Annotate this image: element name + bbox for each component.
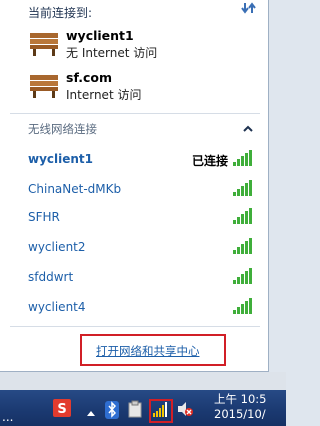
divider [10,326,260,327]
clipboard-icon[interactable] [128,400,142,422]
connected-network-access: Internet 访问 [66,88,142,102]
signal-bars-icon [233,298,252,314]
wireless-network-item[interactable]: wyclient2 [28,236,260,260]
show-hidden-icons-icon[interactable] [86,404,96,423]
highlight-box: 打开网络和共享中心 [80,334,226,366]
bench-network-icon [30,75,58,98]
wireless-network-item[interactable]: wyclient1 已连接 [28,148,260,172]
svg-text:S: S [57,402,66,417]
chevron-up-icon[interactable] [242,120,254,132]
taskbar-clock[interactable]: 上午 10:5 2015/10/ [214,392,266,422]
sogou-ime-icon[interactable]: S [52,398,72,422]
wifi-flyout: 当前连接到: wyclient1 无 Internet 访问 sf.com In… [0,0,269,372]
signal-bars-icon [233,268,252,284]
signal-bars-icon [233,208,252,224]
taskbar-overflow[interactable]: ... [2,410,13,424]
desktop-strip [0,372,286,390]
wireless-network-item[interactable]: SFHR [28,206,260,230]
network-ssid: SFHR [28,210,60,224]
network-ssid: sfddwrt [28,270,74,284]
wireless-network-item[interactable]: wyclient4 [28,296,260,320]
signal-bars-icon [233,150,252,166]
open-network-sharing-center-link[interactable]: 打开网络和共享中心 [96,343,200,359]
network-ssid: ChinaNet-dMKb [28,182,122,196]
divider [10,113,260,114]
network-ssid: wyclient1 [28,152,94,166]
connected-network-item: wyclient1 无 Internet 访问 [28,24,268,64]
network-ssid: wyclient4 [28,300,86,314]
connected-network-name: sf.com [66,70,112,85]
clock-time: 上午 10:5 [214,392,267,406]
wireless-network-item[interactable]: sfddwrt [28,266,260,290]
bench-network-icon [30,33,58,56]
signal-bars-icon [233,180,252,196]
clock-date: 2015/10/ [214,407,266,421]
connected-network-access: 无 Internet 访问 [66,46,158,60]
signal-bars-icon [233,238,252,254]
volume-muted-icon[interactable] [176,400,194,422]
bluetooth-icon[interactable] [104,400,120,424]
network-ssid: wyclient2 [28,240,86,254]
connection-status: 已连接 [191,154,228,168]
current-connection-title: 当前连接到: [28,6,93,20]
refresh-icon[interactable] [240,0,258,16]
connected-network-item: sf.com Internet 访问 [28,66,268,106]
wireless-network-item[interactable]: ChinaNet-dMKb [28,178,260,202]
highlight-box [149,399,173,423]
wireless-section-label: 无线网络连接 [28,122,97,136]
connected-network-name: wyclient1 [66,28,134,43]
